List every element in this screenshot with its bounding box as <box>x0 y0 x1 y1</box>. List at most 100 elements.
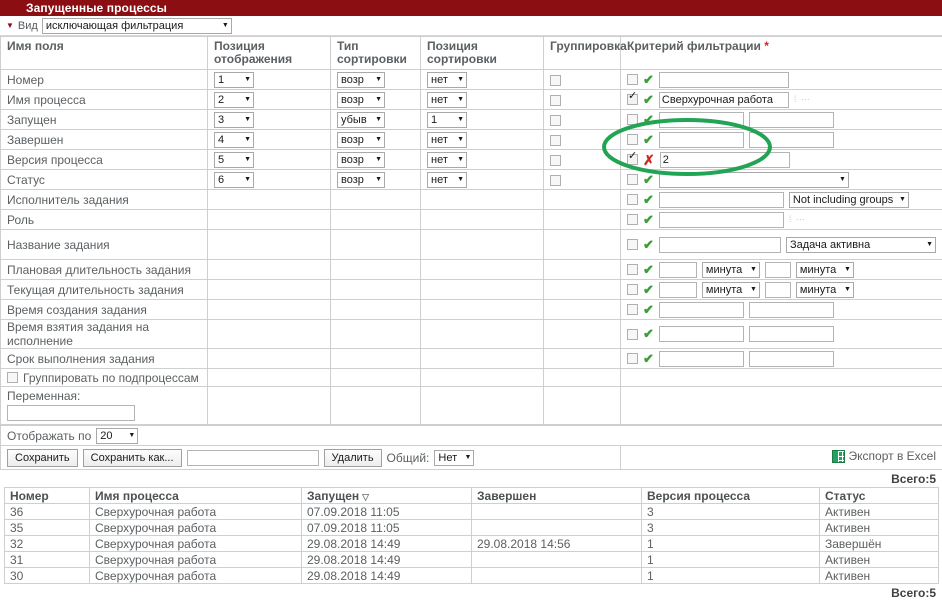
filter-value-input[interactable] <box>659 351 744 367</box>
results-col-header[interactable]: Имя процесса <box>90 488 302 504</box>
group-by-subprocess-checkbox[interactable] <box>7 372 18 383</box>
filter-value-input-2[interactable] <box>765 282 791 298</box>
sort-type-dropdown[interactable]: убыв▼ <box>337 112 385 128</box>
filter-include-icon[interactable]: ✔ <box>643 215 654 225</box>
col-header-filter-criteria[interactable]: Критерий фильтрации * <box>621 37 942 70</box>
export-to-excel-button[interactable]: Экспорт в Excel <box>832 449 936 463</box>
sort-position-dropdown[interactable]: нет▼ <box>427 132 467 148</box>
sort-type-dropdown[interactable]: возр▼ <box>337 172 385 188</box>
filter-value-input[interactable] <box>659 212 784 228</box>
results-col-header[interactable]: Версия процесса <box>642 488 820 504</box>
grouping-checkbox[interactable] <box>550 135 561 146</box>
col-header-sort-position[interactable]: Позиция сортировки <box>421 37 544 70</box>
col-header-display-position[interactable]: Позиция отображения <box>208 37 331 70</box>
sort-type-dropdown[interactable]: возр▼ <box>337 92 385 108</box>
filter-more-options-icon[interactable]: ⁞ ⋯ <box>794 95 816 104</box>
save-as-name-input[interactable] <box>187 450 319 466</box>
filter-include-icon[interactable]: ✔ <box>643 95 654 105</box>
filter-value-input[interactable] <box>659 282 697 298</box>
filter-enable-checkbox[interactable] <box>627 74 638 85</box>
display-position-dropdown[interactable]: 3▼ <box>214 112 254 128</box>
sort-position-dropdown[interactable]: нет▼ <box>427 152 467 168</box>
sort-type-dropdown[interactable]: возр▼ <box>337 152 385 168</box>
sort-position-dropdown[interactable]: нет▼ <box>427 92 467 108</box>
variable-input[interactable] <box>7 405 135 421</box>
filter-include-icon[interactable]: ✔ <box>643 285 654 295</box>
filter-include-icon[interactable]: ✔ <box>643 195 654 205</box>
filter-enable-checkbox[interactable] <box>627 329 638 340</box>
save-button[interactable]: Сохранить <box>7 449 78 467</box>
filter-enable-checkbox[interactable] <box>627 353 638 364</box>
filter-enable-checkbox[interactable] <box>627 284 638 295</box>
results-col-header[interactable]: Статус <box>820 488 939 504</box>
filter-value-input-2[interactable] <box>765 262 791 278</box>
filter-value-input[interactable]: Сверхурочная работа <box>659 92 789 108</box>
filter-enable-checkbox[interactable] <box>627 194 638 205</box>
table-row[interactable]: 35Сверхурочная работа07.09.2018 11:053Ак… <box>5 520 939 536</box>
sort-position-dropdown[interactable]: 1▼ <box>427 112 467 128</box>
filter-enable-checkbox[interactable] <box>627 174 638 185</box>
filter-unit-dropdown[interactable]: минута▼ <box>702 282 760 298</box>
results-col-header[interactable]: Запущен▽ <box>302 488 472 504</box>
filter-enable-checkbox[interactable] <box>627 114 638 125</box>
table-row[interactable]: 36Сверхурочная работа07.09.2018 11:053Ак… <box>5 504 939 520</box>
col-header-grouping[interactable]: Группировка <box>544 37 621 70</box>
filter-enable-checkbox[interactable] <box>627 239 638 250</box>
grouping-checkbox[interactable] <box>550 155 561 166</box>
filter-value-input[interactable] <box>659 326 744 342</box>
filter-value-input-2[interactable] <box>749 326 834 342</box>
display-position-dropdown[interactable]: 6▼ <box>214 172 254 188</box>
filter-enable-checkbox[interactable] <box>627 94 638 105</box>
display-by-dropdown[interactable]: 20 ▼ <box>96 428 138 444</box>
filter-include-icon[interactable]: ✔ <box>643 115 654 125</box>
results-col-header[interactable]: Номер <box>5 488 90 504</box>
filter-unit2-dropdown[interactable]: минута▼ <box>796 262 854 278</box>
filter-enable-checkbox[interactable] <box>627 154 638 165</box>
filter-value-input-2[interactable] <box>749 302 834 318</box>
filter-include-icon[interactable]: ✔ <box>643 329 654 339</box>
filter-enable-checkbox[interactable] <box>627 264 638 275</box>
filter-exclude-icon[interactable]: ✗ <box>643 155 655 165</box>
view-mode-dropdown[interactable]: исключающая фильтрация ▼ <box>42 18 232 34</box>
filter-include-icon[interactable]: ✔ <box>643 75 654 85</box>
filter-enable-checkbox[interactable] <box>627 304 638 315</box>
table-row[interactable]: 31Сверхурочная работа29.08.2018 14:491Ак… <box>5 552 939 568</box>
filter-include-icon[interactable]: ✔ <box>643 305 654 315</box>
grouping-checkbox[interactable] <box>550 95 561 106</box>
filter-unit2-dropdown[interactable]: минута▼ <box>796 282 854 298</box>
collapse-triangle-icon[interactable]: ▼ <box>6 22 14 30</box>
sort-type-dropdown[interactable]: возр▼ <box>337 72 385 88</box>
filter-value-input[interactable] <box>659 192 784 208</box>
sort-position-dropdown[interactable]: нет▼ <box>427 172 467 188</box>
filter-unit-dropdown[interactable]: минута▼ <box>702 262 760 278</box>
filter-value-input[interactable] <box>659 72 789 88</box>
col-header-field-name[interactable]: Имя поля <box>1 37 208 70</box>
sort-type-dropdown[interactable]: возр▼ <box>337 132 385 148</box>
delete-button[interactable]: Удалить <box>324 449 382 467</box>
filter-option-dropdown[interactable]: Задача активна▼ <box>786 237 936 253</box>
col-header-sort-type[interactable]: Тип сортировки <box>331 37 421 70</box>
filter-include-icon[interactable]: ✔ <box>643 265 654 275</box>
filter-value-input[interactable] <box>659 132 744 148</box>
filter-value-input-2[interactable] <box>749 132 834 148</box>
results-col-header[interactable]: Завершен <box>472 488 642 504</box>
sort-position-dropdown[interactable]: нет▼ <box>427 72 467 88</box>
table-row[interactable]: 30Сверхурочная работа29.08.2018 14:491Ак… <box>5 568 939 584</box>
table-row[interactable]: 32Сверхурочная работа29.08.2018 14:4929.… <box>5 536 939 552</box>
display-position-dropdown[interactable]: 4▼ <box>214 132 254 148</box>
filter-option-dropdown[interactable]: ▼ <box>659 172 849 188</box>
display-position-dropdown[interactable]: 2▼ <box>214 92 254 108</box>
filter-value-input[interactable] <box>659 237 781 253</box>
filter-value-input[interactable] <box>659 262 697 278</box>
filter-enable-checkbox[interactable] <box>627 214 638 225</box>
filter-value-input[interactable] <box>659 112 744 128</box>
filter-value-input-2[interactable] <box>749 351 834 367</box>
shared-dropdown[interactable]: Нет ▼ <box>434 450 474 466</box>
filter-value-input-2[interactable] <box>749 112 834 128</box>
grouping-checkbox[interactable] <box>550 75 561 86</box>
display-position-dropdown[interactable]: 5▼ <box>214 152 254 168</box>
save-as-button[interactable]: Сохранить как... <box>83 449 182 467</box>
filter-include-icon[interactable]: ✔ <box>643 354 654 364</box>
display-position-dropdown[interactable]: 1▼ <box>214 72 254 88</box>
filter-value-input[interactable]: 2 <box>660 152 790 168</box>
